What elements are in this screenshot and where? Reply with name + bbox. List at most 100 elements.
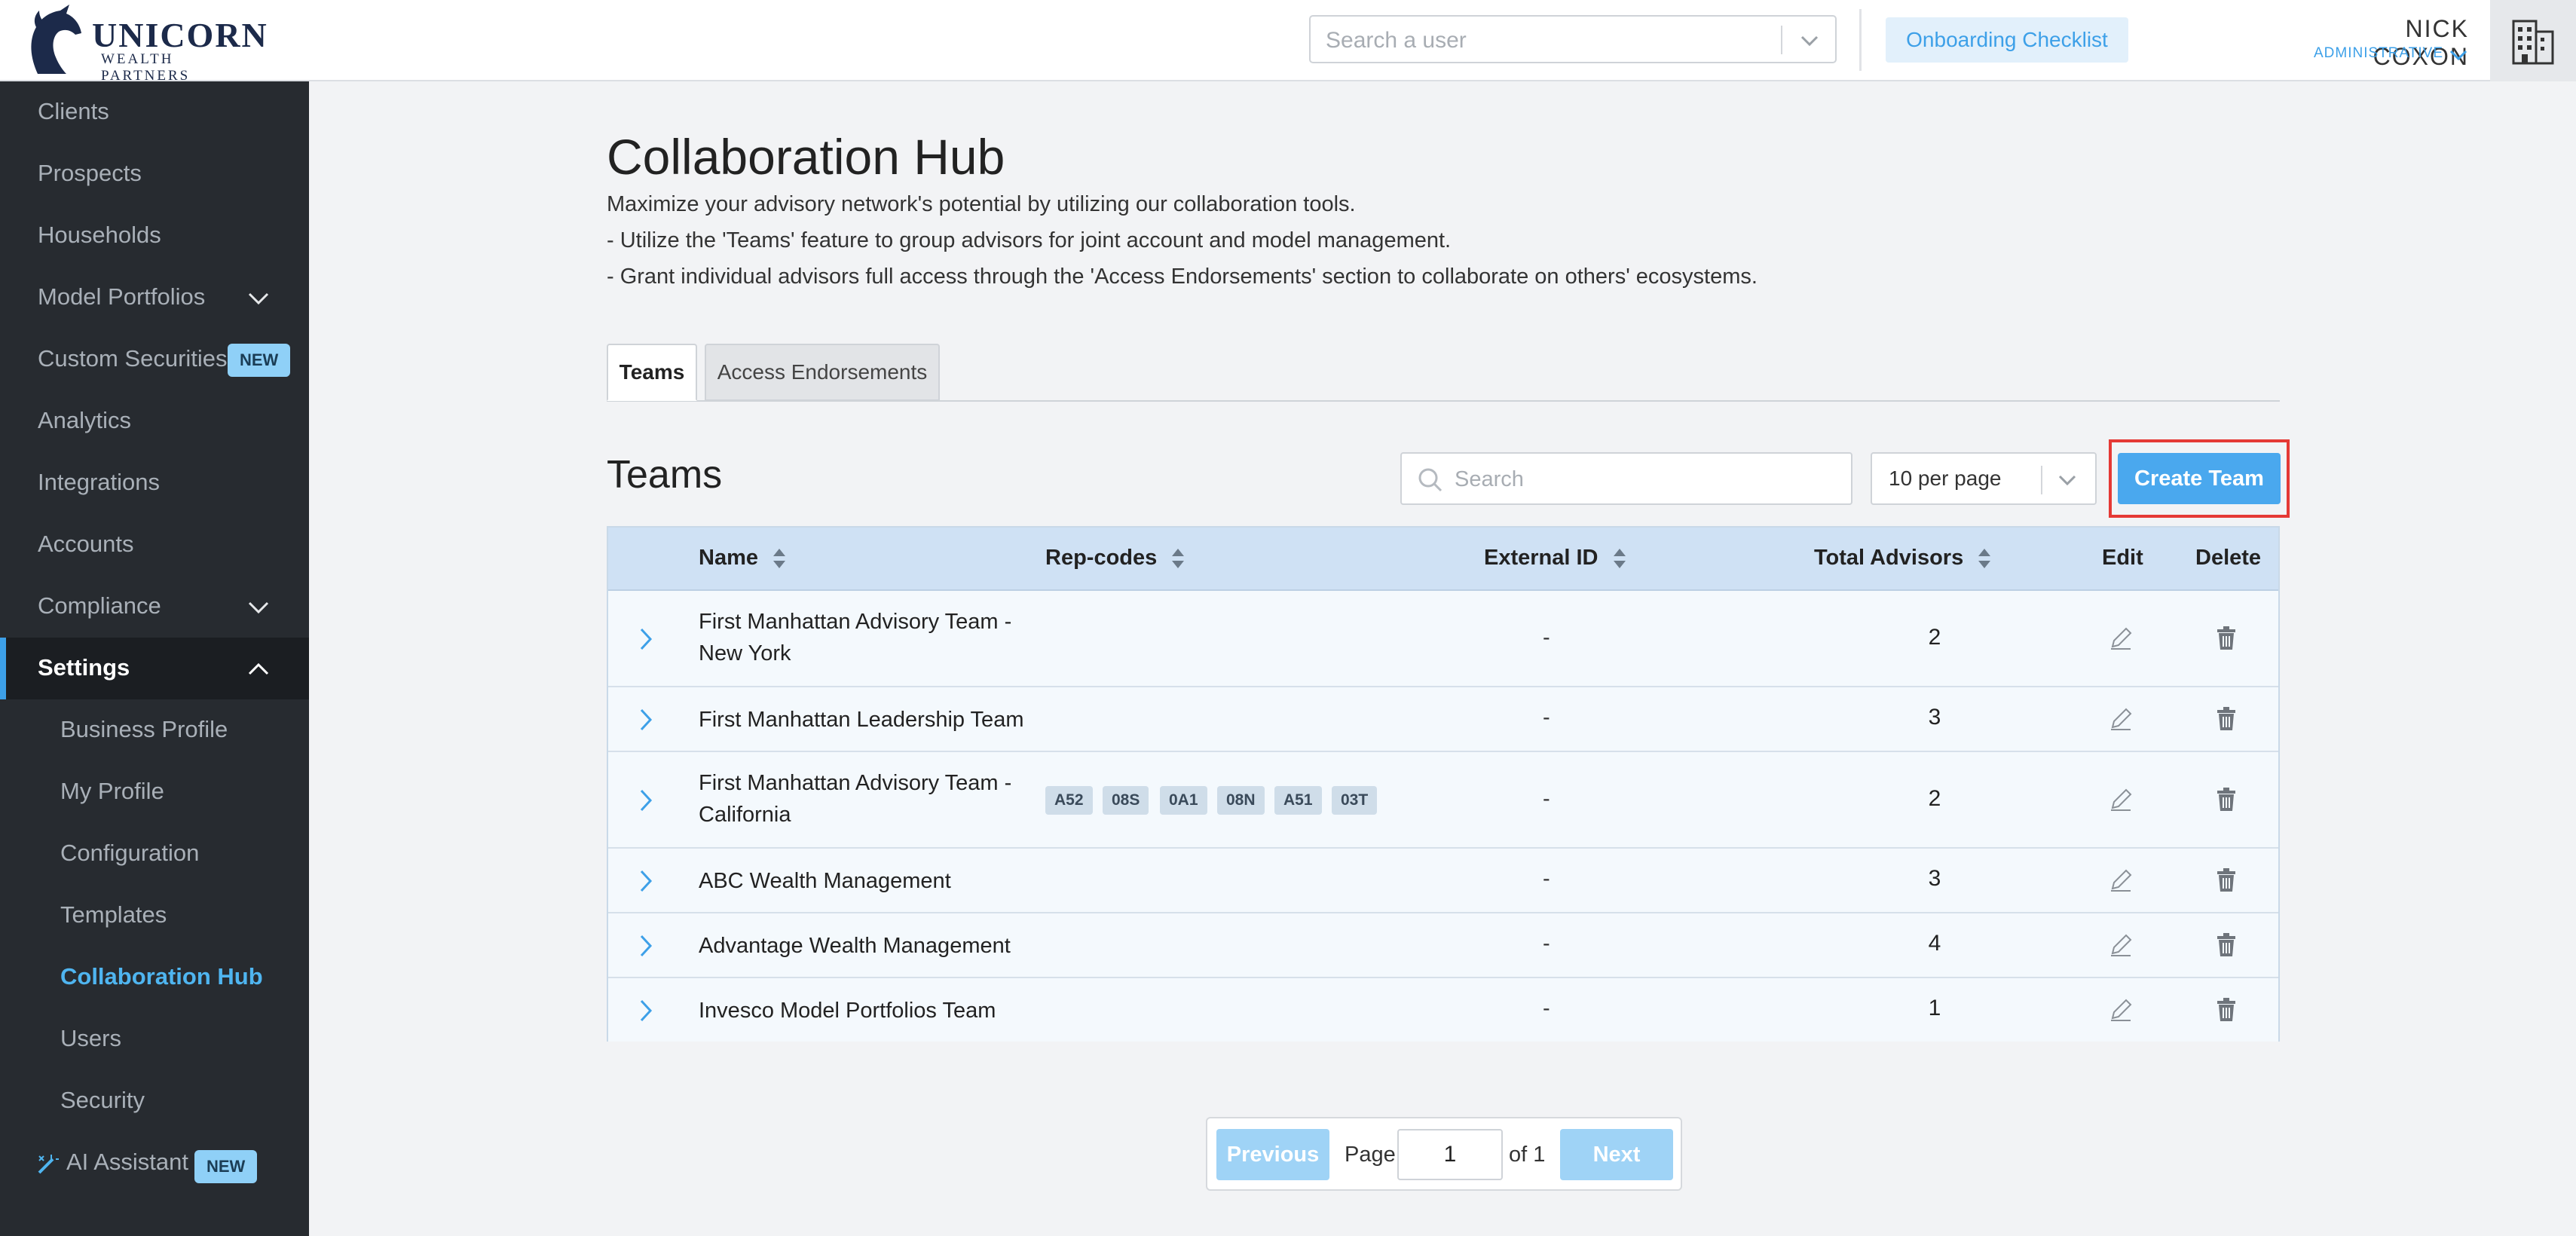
create-team-button[interactable]: Create Team [2118, 453, 2281, 504]
trash-icon[interactable] [2215, 787, 2238, 812]
pencil-icon[interactable] [2108, 867, 2134, 893]
user-search-select[interactable]: Search a user [1309, 15, 1837, 63]
brand-name: UNICORN [92, 16, 268, 54]
pencil-icon[interactable] [2108, 626, 2134, 651]
sidebar-item-accounts[interactable]: Accounts [0, 514, 309, 576]
new-badge: NEW [194, 1150, 258, 1183]
trash-icon[interactable] [2215, 626, 2238, 651]
team-name: First Manhattan Advisory Team - New York [699, 610, 1012, 665]
rep-code-tag: A51 [1274, 786, 1322, 815]
team-total-advisors: 2 [1928, 786, 1941, 811]
tab-access-endorsements[interactable]: Access Endorsements [705, 344, 940, 401]
chevron-down-icon [2058, 475, 2076, 486]
table-row[interactable]: First Manhattan Leadership Team - 3 [608, 687, 2278, 752]
sort-icon [1978, 549, 1991, 569]
page-description-line: Maximize your advisory network's potenti… [607, 192, 1356, 216]
sidebar-item-label: Clients [38, 98, 109, 124]
table-row[interactable]: First Manhattan Advisory Team - New York… [608, 591, 2278, 687]
sidebar-item-security[interactable]: Security [0, 1070, 309, 1132]
table-row[interactable]: First Manhattan Advisory Team - Californ… [608, 752, 2278, 849]
sidebar-item-ai-assistant[interactable]: AI Assistant NEW [0, 1132, 309, 1194]
table-row[interactable]: ABC Wealth Management - 3 [608, 849, 2278, 913]
brand-logo[interactable]: UNICORN WEALTH PARTNERS [23, 5, 267, 84]
sidebar-item-label: Prospects [38, 160, 142, 186]
chevron-up-icon [248, 662, 269, 675]
user-role[interactable]: ADMINISTRATIVE [2314, 45, 2443, 62]
sidebar-item-collaboration-hub[interactable]: Collaboration Hub [0, 947, 309, 1008]
teams-section-title: Teams [607, 453, 723, 497]
column-header-rep-codes[interactable]: Rep-codes [1045, 546, 1186, 571]
previous-page-button[interactable]: Previous [1216, 1129, 1329, 1180]
chevron-right-icon[interactable] [637, 707, 655, 733]
user-name[interactable]: NICK COXON [2311, 15, 2469, 71]
table-header: Name Rep-codes External ID Total Advisor… [608, 528, 2278, 591]
team-name: Invesco Model Portfolios Team [699, 999, 996, 1023]
sidebar-item-label: Integrations [38, 469, 160, 495]
chevron-right-icon[interactable] [637, 868, 655, 894]
sidebar-item-analytics[interactable]: Analytics [0, 390, 309, 452]
chevron-down-icon[interactable] [1797, 30, 1822, 51]
sidebar-item-integrations[interactable]: Integrations [0, 452, 309, 514]
sidebar-item-compliance[interactable]: Compliance [0, 576, 309, 638]
pencil-icon[interactable] [2108, 706, 2134, 732]
per-page-select[interactable]: 10 per page [1871, 452, 2097, 505]
pencil-icon[interactable] [2108, 997, 2134, 1023]
team-total-advisors: 2 [1928, 625, 1941, 650]
magic-wand-icon [38, 1155, 59, 1174]
rep-code-tag: 0A1 [1160, 786, 1207, 815]
sidebar-item-households[interactable]: Households [0, 205, 309, 267]
top-header: UNICORN WEALTH PARTNERS Search a user On… [0, 0, 2576, 84]
sidebar-item-configuration[interactable]: Configuration [0, 823, 309, 885]
page-label: Page [1345, 1143, 1396, 1167]
trash-icon[interactable] [2215, 932, 2238, 958]
column-header-total-advisors[interactable]: Total Advisors [1814, 546, 1992, 571]
trash-icon[interactable] [2215, 997, 2238, 1023]
brand-tagline: WEALTH PARTNERS [101, 51, 191, 84]
sidebar-item-label: Analytics [38, 407, 132, 433]
sort-icon [773, 549, 786, 569]
building-icon [2512, 20, 2554, 65]
trash-icon[interactable] [2215, 706, 2238, 732]
column-header-delete: Delete [2195, 546, 2262, 570]
sidebar-item-custom-securities[interactable]: Custom Securities NEW [0, 329, 309, 390]
column-header-external-id[interactable]: External ID [1484, 546, 1627, 571]
team-total-advisors: 3 [1928, 866, 1941, 891]
sidebar-item-label: AI Assistant [66, 1149, 188, 1175]
team-search-input[interactable]: Search [1400, 452, 1852, 505]
sidebar-item-clients[interactable]: Clients [0, 81, 309, 143]
sidebar-item-model-portfolios[interactable]: Model Portfolios [0, 267, 309, 329]
pencil-icon[interactable] [2108, 932, 2134, 958]
sidebar-item-label: Households [38, 222, 161, 248]
chevron-right-icon[interactable] [637, 788, 655, 813]
select-separator [1781, 26, 1782, 54]
sidebar-item-settings[interactable]: Settings [0, 638, 309, 699]
tab-teams[interactable]: Teams [607, 344, 697, 401]
chevron-right-icon[interactable] [637, 998, 655, 1023]
chevron-right-icon[interactable] [637, 626, 655, 652]
column-header-edit: Edit [2102, 546, 2143, 570]
table-row[interactable]: Advantage Wealth Management - 4 [608, 913, 2278, 978]
next-page-button[interactable]: Next [1560, 1129, 1673, 1180]
trash-icon[interactable] [2215, 867, 2238, 893]
user-menu-chevron-icon[interactable] [2448, 47, 2469, 63]
page-number-input[interactable]: 1 [1397, 1129, 1503, 1180]
per-page-value: 10 per page [1889, 467, 2002, 490]
team-name: First Manhattan Advisory Team - Californ… [699, 771, 1012, 827]
team-name: First Manhattan Leadership Team [699, 708, 1024, 732]
organization-switcher[interactable] [2490, 0, 2576, 81]
column-header-name[interactable]: Name [699, 546, 787, 571]
sidebar-item-business-profile[interactable]: Business Profile [0, 699, 309, 761]
page-description-line: - Grant individual advisors full access … [607, 265, 1758, 289]
sidebar-item-users[interactable]: Users [0, 1008, 309, 1070]
pencil-icon[interactable] [2108, 787, 2134, 812]
sidebar-item-my-profile[interactable]: My Profile [0, 761, 309, 823]
sidebar-item-templates[interactable]: Templates [0, 885, 309, 947]
onboarding-checklist-button[interactable]: Onboarding Checklist [1886, 17, 2128, 63]
column-header-label: Rep-codes [1045, 546, 1158, 570]
table-row[interactable]: Invesco Model Portfolios Team - 1 [608, 978, 2278, 1042]
sidebar-item-prospects[interactable]: Prospects [0, 143, 309, 205]
sort-icon [1613, 549, 1626, 569]
chevron-right-icon[interactable] [637, 933, 655, 959]
sidebar-item-label: Templates [60, 901, 167, 928]
team-total-advisors: 4 [1928, 931, 1941, 956]
